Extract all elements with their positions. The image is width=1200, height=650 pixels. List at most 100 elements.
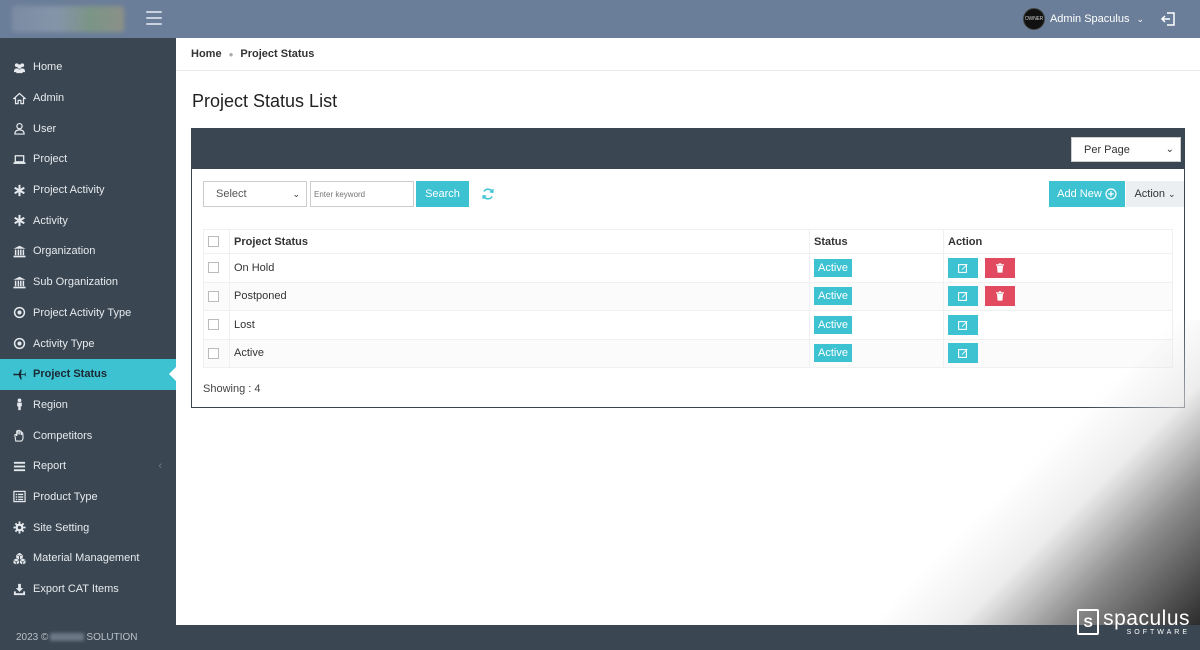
col-status[interactable]: Status [809, 229, 944, 254]
sidebar-item-organization[interactable]: Organization [0, 236, 176, 267]
row-checkbox[interactable] [208, 262, 219, 274]
sidebar-item-project-status[interactable]: Project Status [0, 358, 176, 390]
list-alt-icon [12, 490, 26, 504]
chevron-down-icon: ⌄ [1168, 188, 1176, 199]
sidebar-item-competitors[interactable]: Competitors [0, 420, 176, 451]
row-checkbox[interactable] [208, 347, 219, 359]
add-new-button[interactable]: Add New [1049, 181, 1125, 207]
sidebar-item-label: Competitors [33, 429, 93, 442]
table-row: Lost Active [203, 310, 1173, 340]
filter-select[interactable]: Select ⌄ [203, 181, 307, 207]
search-button[interactable]: Search [416, 181, 469, 207]
table-row: On Hold Active [203, 253, 1173, 283]
chevron-down-icon: ⌄ [1136, 13, 1144, 24]
sidebar-item-label: Project Activity Type [33, 306, 132, 319]
edit-button[interactable] [948, 286, 978, 307]
cubes-icon [12, 551, 26, 565]
select-all-checkbox[interactable] [208, 236, 219, 248]
col-project-status[interactable]: Project Status [229, 229, 810, 254]
edit-button[interactable] [948, 257, 978, 278]
sidebar-item-user[interactable]: User [0, 113, 176, 144]
add-new-label: Add New [1057, 188, 1102, 200]
project-status-name: Lost [229, 310, 810, 340]
keyword-input[interactable] [310, 181, 414, 207]
chevron-down-icon: ⌄ [292, 188, 300, 199]
asterisk-icon [12, 214, 26, 228]
footer-redacted [50, 633, 85, 642]
footer-suffix: SOLUTION [86, 632, 138, 643]
edit-button[interactable] [948, 343, 978, 364]
sidebar: Home Admin User Project Project Activity Acti… [0, 38, 176, 650]
target-icon [12, 337, 26, 351]
users-icon [12, 60, 26, 74]
action-dropdown-button[interactable]: Action ⌄ [1126, 181, 1184, 207]
showing-count: Showing : 4 [203, 383, 261, 395]
sidebar-item-label: Product Type [33, 490, 98, 503]
bank-icon [12, 244, 26, 258]
status-badge[interactable]: Active [814, 344, 852, 363]
user-name: Admin Spaculus [1049, 13, 1130, 25]
status-badge[interactable]: Active [814, 287, 852, 306]
action-cell [943, 338, 1173, 368]
sidebar-item-region[interactable]: Region [0, 390, 176, 421]
sidebar-item-material-management[interactable]: Material Management [0, 543, 176, 574]
delete-button[interactable] [985, 286, 1015, 307]
sidebar-item-project-activity[interactable]: Project Activity [0, 175, 176, 206]
refresh-icon[interactable] [481, 187, 495, 201]
row-checkbox[interactable] [208, 290, 219, 302]
project-status-name: On Hold [229, 253, 810, 283]
plus-circle-icon [1105, 188, 1117, 200]
project-status-name: Postponed [229, 281, 810, 311]
sidebar-item-project-activity-type[interactable]: Project Activity Type [0, 298, 176, 329]
breadcrumb-home[interactable]: Home [191, 48, 222, 60]
table-row: Active Active [203, 338, 1173, 368]
sidebar-item-label: Home [33, 61, 63, 74]
sidebar-item-report[interactable]: Report ‹ [0, 451, 176, 482]
sidebar-item-label: Activity Type [33, 337, 95, 350]
action-label: Action [1134, 188, 1166, 200]
sidebar-item-label: Sub Organization [33, 276, 118, 289]
action-cell [943, 281, 1173, 311]
watermark-brand: spaculus [1103, 607, 1190, 630]
sidebar-item-activity-type[interactable]: Activity Type [0, 328, 176, 359]
sidebar-item-label: Region [33, 398, 68, 411]
main-content: Home ● Project Status Project Status Lis… [176, 38, 1200, 625]
watermark-sub: SOFTWARE [1126, 629, 1190, 636]
row-select-cell [203, 310, 230, 340]
chevron-down-icon: ⌄ [1165, 144, 1174, 155]
bottom-bar [176, 625, 1200, 650]
sidebar-item-label: Report [33, 460, 67, 473]
sidebar-item-activity[interactable]: Activity [0, 205, 176, 236]
status-badge[interactable]: Active [814, 315, 852, 334]
status-cell: Active [809, 253, 944, 283]
sidebar-item-label: User [33, 122, 57, 135]
sidebar-item-home[interactable]: Home [0, 52, 176, 83]
sidebar-item-sub-organization[interactable]: Sub Organization [0, 267, 176, 298]
list-icon [12, 459, 26, 473]
footer-year: 2023 © [16, 632, 49, 643]
sidebar-item-site-setting[interactable]: Site Setting [0, 512, 176, 543]
project-status-table: Project Status Status Action On Hold Acti… [203, 229, 1173, 368]
hamburger-menu-icon[interactable] [146, 11, 162, 25]
logo[interactable] [12, 6, 124, 32]
row-select-cell [203, 253, 230, 283]
logout-icon[interactable] [1160, 10, 1178, 28]
sidebar-item-admin[interactable]: Admin [0, 83, 176, 114]
breadcrumb-separator-icon: ● [228, 49, 234, 59]
target-icon [12, 306, 26, 320]
sidebar-item-product-type[interactable]: Product Type [0, 482, 176, 513]
edit-button[interactable] [948, 314, 978, 335]
home-icon [12, 91, 26, 105]
breadcrumb-current: Project Status [240, 48, 315, 60]
download-icon [12, 582, 26, 596]
laptop-icon [12, 152, 26, 166]
per-page-select[interactable]: Per Page ⌄ [1071, 137, 1181, 162]
row-checkbox[interactable] [208, 319, 219, 331]
project-status-name: Active [229, 338, 810, 368]
sidebar-item-export-cat-items[interactable]: Export CAT Items [0, 574, 176, 605]
filter-toolbar: Select ⌄ Search [203, 181, 495, 207]
status-badge[interactable]: Active [814, 258, 852, 277]
sidebar-item-project[interactable]: Project [0, 144, 176, 175]
delete-button[interactable] [985, 257, 1015, 278]
user-menu[interactable]: OWNER Admin Spaculus ⌄ [1022, 8, 1144, 30]
